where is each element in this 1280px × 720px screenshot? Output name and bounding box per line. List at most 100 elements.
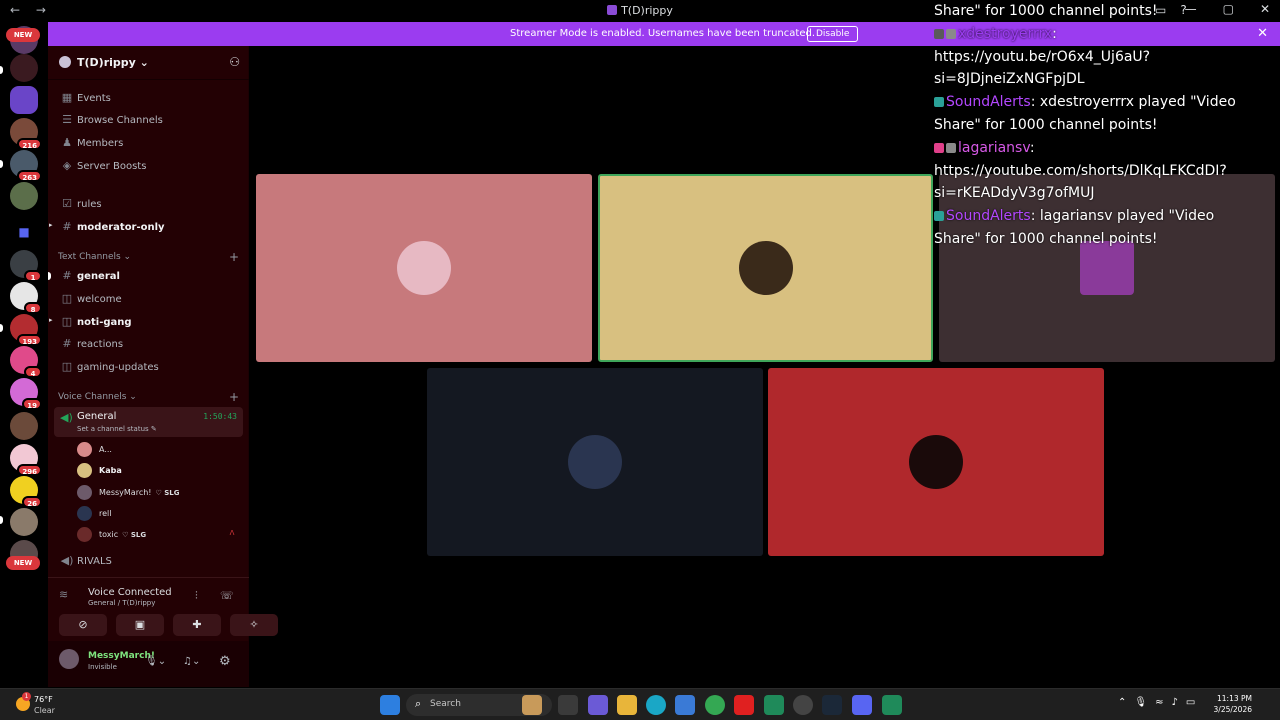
voice-channel-rivals[interactable]: ◀) RIVALS <box>54 551 243 571</box>
camera-off-button[interactable]: ⊘ <box>59 614 107 636</box>
tray-overflow-icon[interactable]: ⌃ <box>1118 697 1126 708</box>
chat-line: Share" for 1000 channel points! <box>934 116 1158 133</box>
channel-welcome[interactable]: ◫ welcome <box>54 289 243 309</box>
youtube-icon[interactable] <box>734 695 754 715</box>
disconnect-icon[interactable]: ☏ <box>220 589 234 602</box>
chat-line: xdestroyerrrx: <box>934 23 1274 46</box>
store-icon[interactable] <box>675 695 695 715</box>
server-icon-active[interactable] <box>10 86 38 114</box>
edge-icon[interactable] <box>646 695 666 715</box>
microphone-tray-icon[interactable]: 🎙 <box>1134 697 1147 708</box>
server-icon-9[interactable]: 4 <box>10 346 42 378</box>
search-icon: ⌕ <box>415 697 422 710</box>
voice-connected-subtitle[interactable]: General / T(D)rippy <box>88 599 155 607</box>
server-icon-13[interactable]: 26 <box>10 476 42 508</box>
server-icon-5[interactable] <box>10 182 38 210</box>
server-icon-14[interactable] <box>10 508 38 536</box>
battery-icon[interactable]: ▭ <box>1186 697 1195 708</box>
mention-badge: 216 <box>17 138 42 150</box>
new-badge: NEW <box>6 556 40 570</box>
server-icon-8[interactable]: 193 <box>10 314 42 346</box>
badge-icon <box>946 28 956 39</box>
server-icon-11[interactable] <box>10 412 38 440</box>
server-icon-12[interactable]: 296 <box>10 444 42 476</box>
unread-pill <box>0 160 3 168</box>
participant-avatar <box>739 241 793 295</box>
chat-line: https://youtu.be/rO6x4_Uj6aU? <box>934 48 1151 65</box>
server-icon-4[interactable]: 263 <box>10 150 42 182</box>
channel-reactions[interactable]: # reactions <box>54 334 243 354</box>
signal-icon[interactable]: ≋ <box>59 588 68 601</box>
members-item[interactable]: ♟ Members <box>54 133 243 153</box>
headphones-icon[interactable]: ♫⌄ <box>183 656 200 667</box>
server-list: NEW 216 263 ■ 1 8 193 4 19 296 26 NEW <box>0 22 48 687</box>
browse-channels-label: Browse Channels <box>77 115 163 126</box>
voice-channel-label: General <box>77 411 117 422</box>
copilot-icon[interactable] <box>588 695 608 715</box>
wifi-icon[interactable]: ≈ <box>1155 697 1163 708</box>
settings-gear-icon[interactable]: ⚙ <box>219 654 231 669</box>
server-icon-6[interactable]: 1 <box>10 250 42 282</box>
voice-tile[interactable] <box>256 174 592 362</box>
voice-tile-speaking[interactable] <box>598 174 933 362</box>
unread-pill <box>0 66 3 74</box>
microphone-icon[interactable]: 🎙⌄ <box>145 656 166 667</box>
activities-button[interactable]: ✚ <box>173 614 221 636</box>
channel-moderator-only[interactable]: ▸ # moderator-only <box>49 217 243 237</box>
task-view-icon[interactable] <box>558 695 578 715</box>
voice-user[interactable]: A... <box>77 439 243 459</box>
channel-gaming-updates[interactable]: ◫ gaming-updates <box>54 357 243 377</box>
soundboard-button[interactable]: ✧ <box>230 614 278 636</box>
user-panel: MessyMarch! Invisible 🎙⌄ ♫⌄ ⚙ <box>48 641 249 687</box>
server-icon-3[interactable]: 216 <box>10 118 42 150</box>
server-icon-2[interactable] <box>10 54 38 82</box>
set-channel-status[interactable]: Set a channel status ✎ <box>77 425 157 433</box>
system-clock[interactable]: 11:13 PM 3/25/2026 <box>1210 693 1252 715</box>
category-label: Voice Channels ⌄ <box>58 392 137 402</box>
windows-start-icon[interactable] <box>380 695 400 715</box>
browse-channels-item[interactable]: ☰ Browse Channels <box>54 110 243 130</box>
announcement-icon: ◫ <box>61 360 73 373</box>
add-channel-icon[interactable]: + <box>229 390 239 404</box>
voice-user[interactable]: rell <box>77 503 243 523</box>
server-boosts-item[interactable]: ◈ Server Boosts <box>54 156 243 176</box>
add-channel-icon[interactable]: + <box>229 250 239 264</box>
app-icon[interactable] <box>793 695 813 715</box>
server-header[interactable]: T(D)rippy ⌄ ⚇ <box>48 46 249 80</box>
voice-user-name: MessyMarch! ♡ SLG <box>99 488 179 497</box>
hashtag-icon: # <box>62 337 72 350</box>
speaker-icon: ◀) <box>60 411 73 424</box>
channel-general[interactable]: # general <box>48 266 243 286</box>
new-badge: NEW <box>6 28 40 42</box>
voice-channel-general[interactable]: ◀) General 1:50:43 Set a channel status … <box>54 407 243 437</box>
app-icon[interactable] <box>882 695 902 715</box>
app-icon[interactable] <box>764 695 784 715</box>
announcement-icon: ◫ <box>61 315 73 328</box>
voice-user[interactable]: toxic ♡ SLG Λ <box>77 524 243 544</box>
voice-channels-category[interactable]: Voice Channels ⌄ + <box>58 390 239 404</box>
screen-share-button[interactable]: ▣ <box>116 614 164 636</box>
folder-icon[interactable]: ■ <box>10 218 38 246</box>
calendar-icon: ▦ <box>61 91 73 104</box>
invite-people-icon[interactable]: ⚇ <box>229 55 240 69</box>
server-icon-10[interactable]: 19 <box>10 378 42 410</box>
text-channels-category[interactable]: Text Channels ⌄ + <box>58 250 239 264</box>
volume-icon[interactable]: ♪ <box>1171 697 1177 708</box>
channel-noti-gang[interactable]: ▸ ◫ noti-gang <box>49 312 243 332</box>
discord-icon[interactable] <box>852 695 872 715</box>
user-avatar[interactable] <box>59 649 79 669</box>
voice-user[interactable]: MessyMarch! ♡ SLG <box>77 482 243 502</box>
mention-badge: 193 <box>17 334 42 346</box>
voice-tile[interactable] <box>768 368 1104 556</box>
voice-tile[interactable] <box>427 368 763 556</box>
noise-suppression-icon[interactable]: ⫶ <box>195 589 198 603</box>
steam-icon[interactable] <box>822 695 842 715</box>
chat-line: lagariansv: <box>934 137 1274 160</box>
chrome-icon[interactable] <box>705 695 725 715</box>
disable-button[interactable]: Disable <box>807 26 859 42</box>
file-explorer-icon[interactable] <box>617 695 637 715</box>
channel-rules[interactable]: ☑ rules <box>54 194 243 214</box>
server-icon-7[interactable]: 8 <box>10 282 42 314</box>
voice-user[interactable]: Kaba <box>77 460 243 480</box>
events-item[interactable]: ▦ Events <box>54 88 243 108</box>
